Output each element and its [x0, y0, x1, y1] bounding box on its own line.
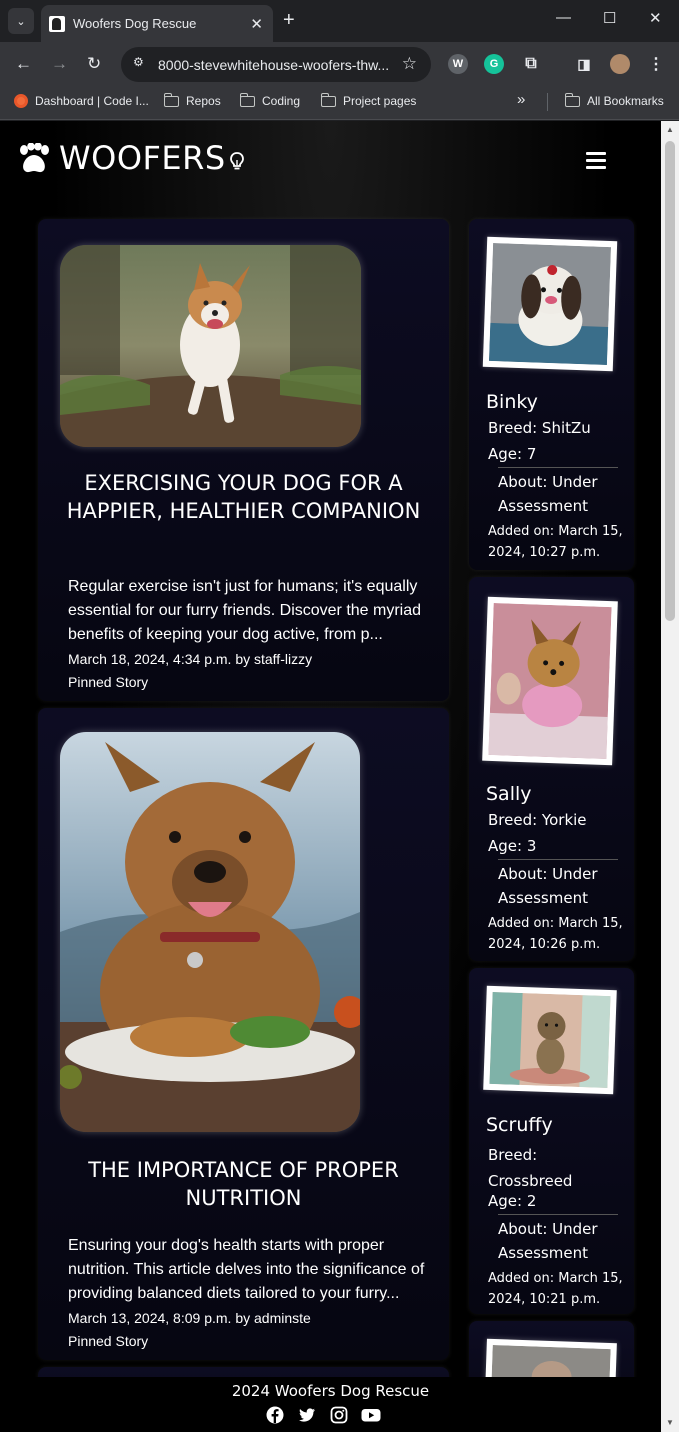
dog-breed: Breed: Yorkie: [488, 811, 587, 829]
folder-icon: [320, 92, 336, 107]
new-tab-icon[interactable]: +: [283, 9, 295, 32]
forward-icon[interactable]: →: [51, 54, 68, 74]
post-meta: March 18, 2024, 4:34 p.m. by staff-lizzy: [68, 651, 313, 667]
side-panel-icon[interactable]: ◨: [574, 54, 594, 74]
post-title[interactable]: THE IMPORTANCE OF PROPER NUTRITION: [58, 1156, 429, 1212]
site-info-icon[interactable]: ⚙: [133, 55, 149, 71]
scroll-up-icon[interactable]: ▲: [666, 125, 674, 134]
tab-title: Woofers Dog Rescue: [73, 16, 197, 31]
reload-icon[interactable]: ↻: [87, 54, 101, 74]
bookmark-label: All Bookmarks: [587, 94, 664, 108]
pinned-label: Pinned Story: [68, 1333, 149, 1349]
bookmark-project-pages[interactable]: Project pages: [320, 92, 417, 108]
dog-photo-scruffy[interactable]: [483, 985, 617, 1095]
facebook-icon[interactable]: [266, 1406, 284, 1424]
dog-card[interactable]: Scruffy Breed: Crossbreed Age: 2 About: …: [469, 968, 634, 1314]
running-dog-photo[interactable]: [60, 245, 361, 447]
bookmark-coding[interactable]: Coding: [239, 92, 301, 108]
dog-name: Binky: [486, 391, 538, 413]
dog-age: Age: 3: [488, 837, 537, 855]
active-tab[interactable]: Woofers Dog Rescue ✕: [41, 5, 273, 42]
twitter-icon[interactable]: [298, 1406, 316, 1424]
profile-avatar[interactable]: [610, 54, 630, 74]
site-brand[interactable]: WOOFERS: [59, 139, 226, 177]
bookmark-star-icon[interactable]: ☆: [402, 54, 417, 74]
dog-breed: Breed: ShitZu: [488, 419, 591, 437]
post-title[interactable]: EXERCISING YOUR DOG FOR A HAPPIER, HEALT…: [58, 469, 429, 525]
bookmark-label: Project pages: [343, 94, 417, 108]
folder-icon: [239, 92, 255, 107]
maximize-icon[interactable]: ☐: [603, 9, 616, 27]
bookmark-label: Repos: [186, 94, 221, 108]
post-card[interactable]: THE IMPORTANCE OF PROPER NUTRITION Ensur…: [38, 708, 449, 1360]
post-excerpt: Ensuring your dog's health starts with p…: [68, 1237, 425, 1302]
url-text: 8000-stevewhitehouse-woofers-thw...: [158, 57, 390, 73]
address-bar[interactable]: ⚙ 8000-stevewhitehouse-woofers-thw... ☆: [121, 47, 431, 82]
dog-card[interactable]: Sally Breed: Yorkie Age: 3 About: Under …: [469, 577, 634, 961]
bookmarks-overflow-icon[interactable]: »: [517, 91, 525, 108]
dog-name: Sally: [486, 783, 532, 805]
footer-text: 2024 Woofers Dog Rescue: [231, 1382, 430, 1400]
dog-card[interactable]: Binky Breed: ShitZu Age: 7 About: Under …: [469, 219, 634, 570]
folder-icon: [564, 92, 580, 107]
dog-about: About: Under Assessment: [498, 859, 618, 910]
site-navbar: WOOFERS: [0, 121, 661, 201]
tab-favicon-icon: [49, 15, 65, 32]
dog-about: About: Under Assessment: [498, 1214, 618, 1265]
chrome-menu-icon[interactable]: ⋮: [646, 54, 666, 74]
browser-toolbar: ← → ↻ ⚙ 8000-stevewhitehouse-woofers-thw…: [0, 42, 679, 88]
pinned-label: Pinned Story: [68, 674, 149, 690]
bookmark-repos[interactable]: Repos: [163, 92, 221, 108]
lightbulb-icon[interactable]: [229, 151, 245, 171]
minimize-icon[interactable]: —: [556, 9, 571, 26]
back-icon[interactable]: ←: [15, 54, 32, 74]
dog-with-food-photo[interactable]: [60, 732, 360, 1132]
site-footer: 2024 Woofers Dog Rescue: [0, 1377, 661, 1432]
bookmarks-divider: [547, 93, 548, 111]
dog-breed: Breed: Crossbreed: [488, 1146, 573, 1190]
scroll-thumb[interactable]: [665, 141, 675, 621]
dog-age: Age: 7: [488, 445, 537, 463]
dog-added-date: Added on: March 15, 2024, 10:27 p.m.: [488, 524, 623, 560]
all-bookmarks[interactable]: All Bookmarks: [564, 92, 664, 108]
post-meta: March 13, 2024, 8:09 p.m. by adminste: [68, 1310, 311, 1326]
tab-close-icon[interactable]: ✕: [250, 15, 263, 33]
bookmarks-bar: Dashboard | Code I... Repos Coding Proje…: [0, 88, 679, 120]
bookmark-label: Coding: [262, 94, 301, 108]
paw-icon[interactable]: [17, 143, 51, 175]
instagram-icon[interactable]: [330, 1406, 348, 1424]
dog-photo-sally[interactable]: [482, 596, 618, 766]
browser-tab-bar: ⌄ Woofers Dog Rescue ✕ + — ☐ ✕: [0, 0, 679, 42]
extension-w-icon[interactable]: W: [448, 54, 468, 74]
dog-age: Age: 2: [488, 1192, 537, 1210]
grammarly-icon[interactable]: G: [484, 54, 504, 74]
dog-added-date: Added on: March 15, 2024, 10:26 p.m.: [488, 916, 623, 952]
youtube-icon[interactable]: [361, 1406, 381, 1424]
post-excerpt: Regular exercise isn't just for humans; …: [68, 578, 422, 643]
bookmark-dashboard[interactable]: Dashboard | Code I...: [14, 94, 149, 108]
scroll-down-icon[interactable]: ▼: [666, 1418, 674, 1427]
folder-icon: [163, 92, 179, 107]
page-viewport: WOOFERS EXERCISING YOUR DOG FOR A HAPPIE…: [0, 121, 661, 1432]
hamburger-menu-icon[interactable]: [586, 152, 606, 169]
tab-search-icon[interactable]: ⌄: [8, 8, 34, 34]
dog-photo-binky[interactable]: [482, 236, 618, 372]
dog-added-date: Added on: March 15, 2024, 10:21 p.m.: [488, 1271, 623, 1307]
dog-about: About: Under Assessment: [498, 467, 618, 518]
bookmark-label: Dashboard | Code I...: [35, 94, 149, 108]
post-card[interactable]: EXERCISING YOUR DOG FOR A HAPPIER, HEALT…: [38, 219, 449, 701]
extensions-puzzle-icon[interactable]: ⧉: [521, 54, 541, 74]
codeinstitute-icon: [14, 94, 28, 108]
window-close-icon[interactable]: ✕: [649, 9, 662, 27]
dog-name: Scruffy: [486, 1114, 553, 1136]
page-scrollbar[interactable]: ▲ ▼: [661, 121, 679, 1432]
